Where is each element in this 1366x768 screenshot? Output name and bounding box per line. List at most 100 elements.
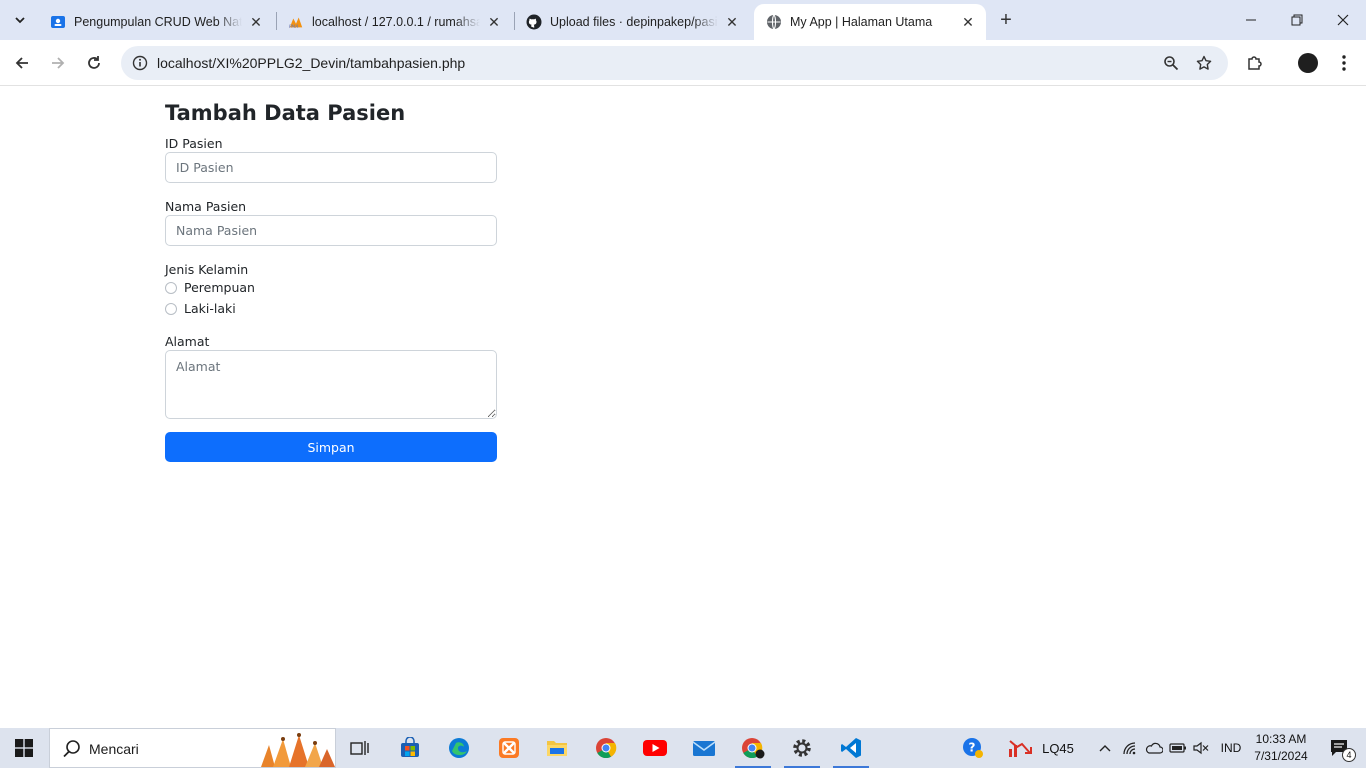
tray-stock-widget[interactable]	[1003, 728, 1037, 768]
radio-perempuan[interactable]: Perempuan	[165, 280, 255, 295]
taskbar-youtube[interactable]	[635, 732, 675, 764]
mail-icon	[692, 741, 716, 756]
taskbar-search[interactable]: Mencari	[49, 728, 336, 768]
search-placeholder: Mencari	[89, 741, 139, 757]
xampp-icon	[499, 738, 519, 758]
reload-button[interactable]	[79, 48, 109, 78]
system-clock[interactable]: 10:33 AM 7/31/2024	[1250, 731, 1312, 765]
close-icon	[1337, 14, 1349, 26]
arrow-left-icon	[15, 57, 28, 69]
stock-down-icon	[1009, 740, 1032, 757]
page-content: Tambah Data Pasien ID Pasien Nama Pasien…	[0, 87, 1366, 728]
browser-tabstrip: Pengumpulan CRUD Web Nativ ✕ PMA localho…	[0, 0, 1366, 40]
vscode-icon	[841, 738, 861, 758]
help-icon: ?	[963, 738, 983, 758]
more-vertical-icon	[1342, 55, 1346, 71]
phpmyadmin-icon: PMA	[288, 14, 304, 30]
cloud-icon	[1145, 742, 1163, 754]
radio-button[interactable]	[165, 302, 177, 315]
tray-help[interactable]: ?	[957, 728, 989, 768]
classroom-icon	[50, 14, 66, 30]
close-icon[interactable]: ✕	[486, 14, 502, 30]
tab-title: My App | Halaman Utama	[790, 15, 933, 29]
tab-my-app[interactable]: My App | Halaman Utama ✕	[754, 4, 986, 40]
reload-icon	[88, 56, 100, 69]
site-info-icon[interactable]	[129, 52, 151, 74]
tray-show-hidden[interactable]	[1095, 728, 1115, 768]
chevron-up-icon	[1099, 745, 1111, 752]
edge-icon	[449, 738, 469, 758]
radio-laki-laki[interactable]: Laki-laki	[165, 301, 236, 316]
restore-button[interactable]	[1274, 0, 1320, 40]
search-highlight-illustration	[261, 733, 335, 767]
radio-button[interactable]	[165, 281, 177, 294]
clock-time: 10:33 AM	[1255, 732, 1307, 746]
battery-icon	[1169, 743, 1186, 753]
action-center-button[interactable]: 4	[1320, 728, 1360, 768]
tray-battery[interactable]	[1167, 728, 1189, 768]
window-close-button[interactable]	[1320, 0, 1366, 40]
tray-onedrive[interactable]	[1143, 728, 1165, 768]
task-view-icon	[350, 741, 369, 755]
taskbar-vscode[interactable]	[831, 732, 871, 768]
minimize-button[interactable]	[1228, 0, 1274, 40]
chrome-icon	[596, 738, 617, 759]
nama-pasien-input[interactable]	[165, 215, 497, 246]
address-bar[interactable]: localhost/XI%20PPLG2_Devin/tambahpasien.…	[121, 46, 1228, 80]
bookmark-star-icon[interactable]	[1193, 52, 1215, 74]
close-icon[interactable]: ✕	[248, 14, 264, 30]
tab-phpmyadmin[interactable]: PMA localhost / 127.0.0.1 / rumahsak ✕	[276, 4, 512, 40]
minimize-icon	[1246, 19, 1256, 21]
forward-button[interactable]	[43, 48, 73, 78]
youtube-icon	[643, 740, 667, 756]
arrow-right-icon	[52, 57, 65, 69]
avatar	[1298, 53, 1318, 73]
close-icon[interactable]: ✕	[960, 14, 976, 30]
tray-network[interactable]	[1119, 728, 1141, 768]
taskbar-file-explorer[interactable]	[537, 732, 577, 764]
taskbar-edge[interactable]	[439, 732, 479, 764]
tab-title: Upload files · depinpakep/pasie	[550, 15, 718, 29]
page-title: Tambah Data Pasien	[165, 101, 406, 125]
alamat-textarea[interactable]	[165, 350, 497, 419]
new-tab-button[interactable]: +	[994, 8, 1018, 32]
chrome-profile-icon	[742, 738, 765, 759]
taskbar-mail[interactable]	[684, 732, 724, 764]
task-view-button[interactable]	[340, 732, 380, 764]
simpan-button[interactable]: Simpan	[165, 432, 497, 462]
gear-icon	[793, 739, 811, 757]
search-icon	[63, 740, 80, 758]
taskbar-settings[interactable]	[782, 732, 822, 768]
close-icon[interactable]: ✕	[724, 14, 740, 30]
taskbar-chrome[interactable]	[586, 732, 626, 764]
extensions-button[interactable]	[1240, 48, 1270, 78]
back-button[interactable]	[7, 48, 37, 78]
browser-toolbar: localhost/XI%20PPLG2_Devin/tambahpasien.…	[0, 40, 1366, 86]
globe-icon	[766, 14, 782, 30]
volume-muted-icon	[1193, 741, 1209, 755]
taskbar-chrome-active[interactable]	[733, 732, 773, 768]
github-icon	[526, 14, 542, 30]
taskbar-xampp[interactable]	[489, 732, 529, 764]
radio-label: Laki-laki	[184, 301, 236, 316]
zoom-icon[interactable]	[1160, 52, 1182, 74]
language-indicator[interactable]: IND	[1216, 728, 1246, 768]
clock-date: 7/31/2024	[1254, 749, 1308, 763]
store-icon	[401, 737, 419, 757]
svg-text:?: ?	[969, 741, 976, 755]
tab-classroom[interactable]: Pengumpulan CRUD Web Nativ ✕	[38, 4, 274, 40]
taskbar-microsoft-store[interactable]	[390, 732, 430, 764]
tab-github[interactable]: Upload files · depinpakep/pasie ✕	[514, 4, 750, 40]
tray-volume[interactable]	[1190, 728, 1212, 768]
alamat-label: Alamat	[165, 334, 210, 349]
radio-label: Perempuan	[184, 280, 255, 295]
windows-logo-icon	[15, 739, 33, 757]
browser-menu-button[interactable]	[1329, 48, 1359, 78]
tab-title: Pengumpulan CRUD Web Nativ	[74, 15, 242, 29]
url-text[interactable]: localhost/XI%20PPLG2_Devin/tambahpasien.…	[157, 55, 465, 71]
tab-search-button[interactable]	[6, 6, 34, 34]
jenis-kelamin-label: Jenis Kelamin	[165, 262, 249, 277]
id-pasien-input[interactable]	[165, 152, 497, 183]
start-button[interactable]	[0, 728, 48, 768]
profile-button[interactable]	[1293, 48, 1323, 78]
